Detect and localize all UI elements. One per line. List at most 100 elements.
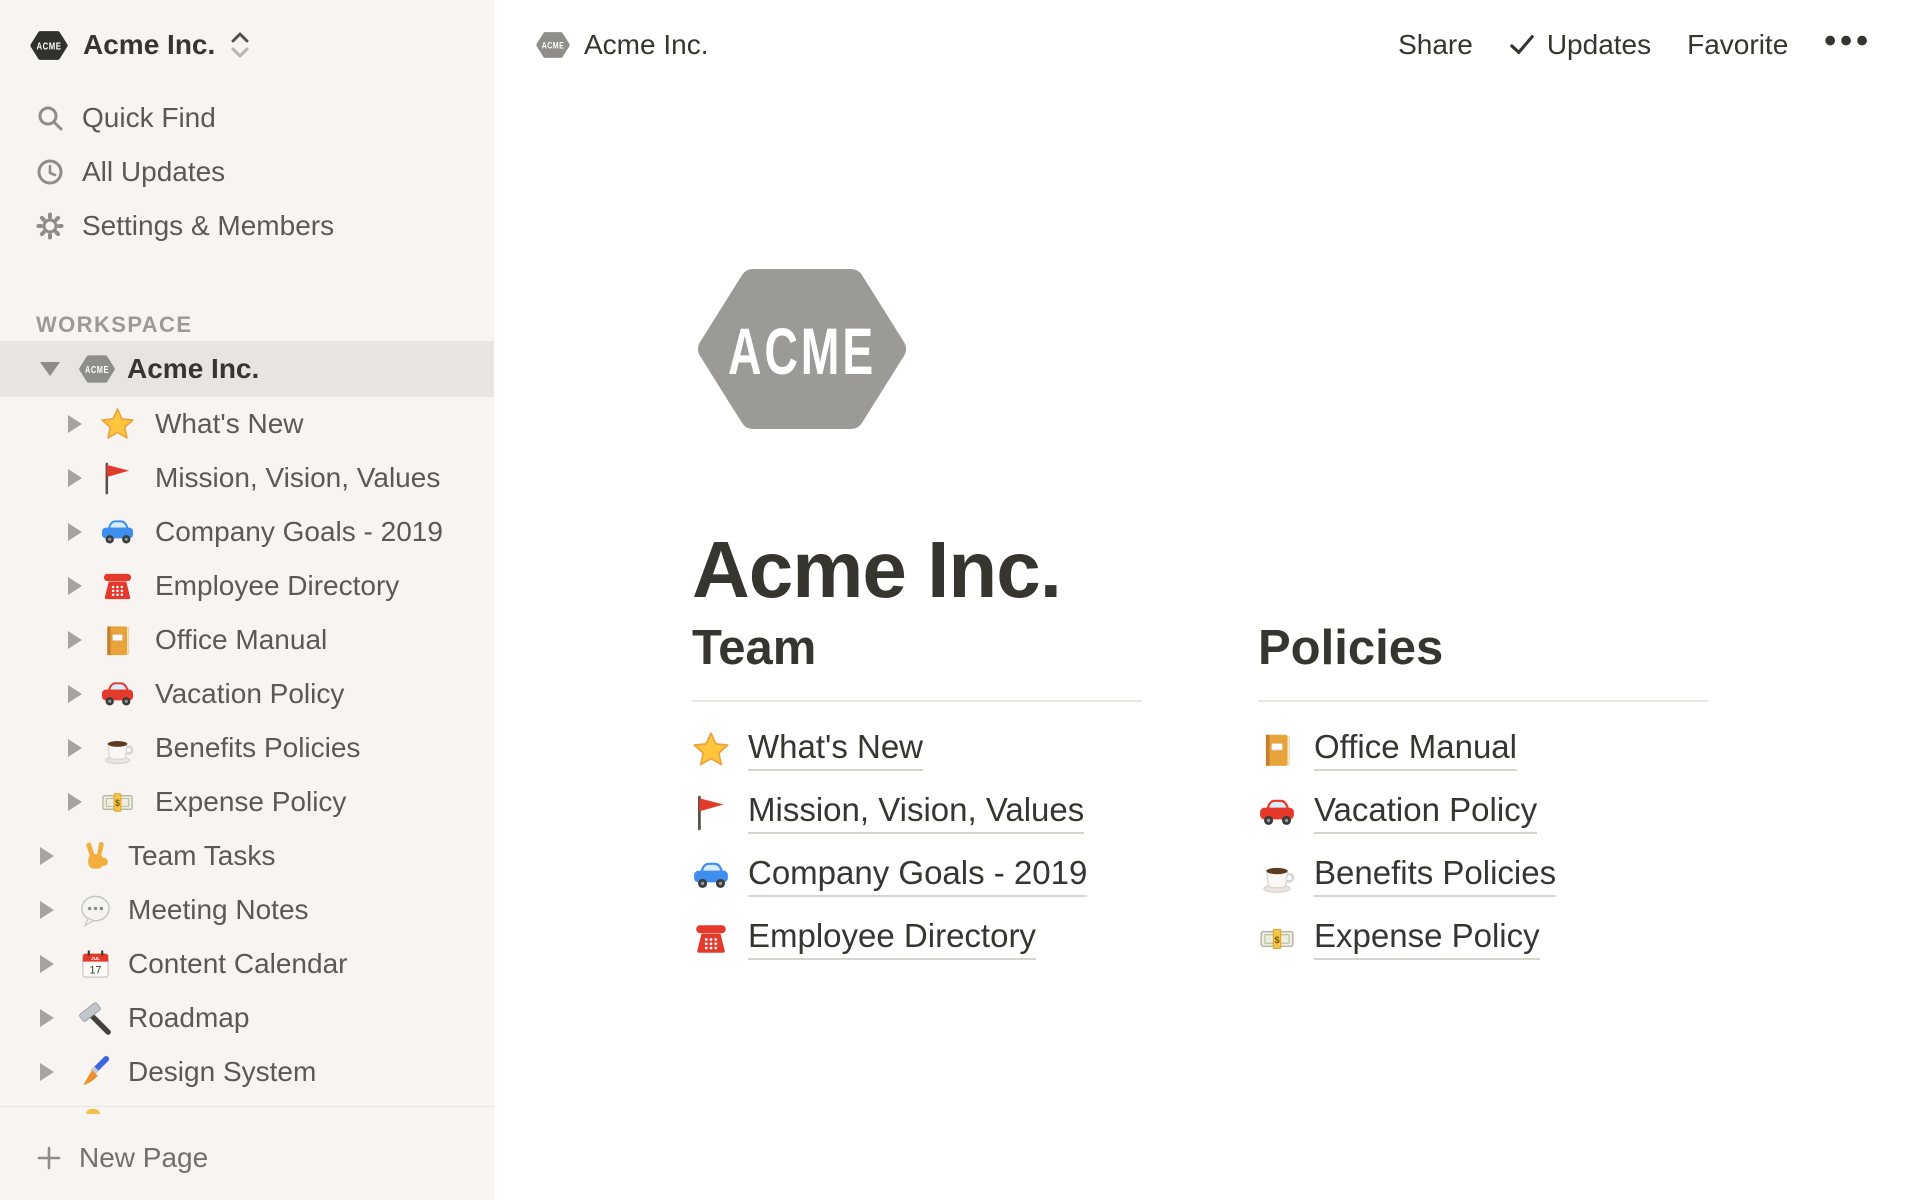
victory-hand-icon (78, 839, 113, 874)
acme-page-icon: ACME (79, 355, 115, 383)
page-label: What's New (155, 408, 304, 440)
sidebar-item-settings-members[interactable]: Settings & Members (0, 199, 494, 253)
link-label: Company Goals - 2019 (748, 854, 1087, 898)
page-label: Benefits Policies (155, 732, 360, 764)
sidebar-page-expense-policy[interactable]: Expense Policy (0, 775, 494, 829)
page-label: Design System (128, 1056, 316, 1088)
page-link-office-manual[interactable]: Office Manual (1258, 718, 1708, 781)
svg-text:ACME: ACME (85, 365, 109, 376)
link-label: What's New (748, 728, 923, 772)
page-title[interactable]: Acme Inc. (692, 528, 1061, 612)
topbar-actions: Share Updates Favorite ••• (1398, 29, 1872, 61)
expand-arrow-icon[interactable] (40, 847, 54, 865)
search-icon (36, 104, 64, 132)
sidebar-page-mission-vision-values[interactable]: Mission, Vision, Values (0, 451, 494, 505)
red-car-icon (1258, 794, 1296, 832)
sidebar-footer-divider (0, 1106, 494, 1107)
ledger-book-icon (100, 623, 135, 658)
sidebar-menu: Quick Find All Updates Settings & Member… (0, 91, 494, 253)
paintbrush-icon (78, 1055, 113, 1090)
menu-label: Settings & Members (82, 210, 334, 242)
link-label: Expense Policy (1314, 917, 1540, 961)
link-label: Mission, Vision, Values (748, 791, 1084, 835)
sidebar: ACME Acme Inc. Quick Find All Updates (0, 0, 494, 1200)
page-logo[interactable]: ACME (697, 268, 907, 430)
page-label: Employee Directory (155, 570, 399, 602)
expand-arrow-icon[interactable] (68, 415, 82, 433)
sidebar-page-office-manual[interactable]: Office Manual (0, 613, 494, 667)
page-label: Expense Policy (155, 786, 346, 818)
sidebar-page-meeting-notes[interactable]: Meeting Notes (0, 883, 494, 937)
page-link-employee-directory[interactable]: Employee Directory (692, 907, 1142, 970)
sidebar-page-whats-new[interactable]: What's New (0, 397, 494, 451)
expand-arrow-icon[interactable] (68, 577, 82, 595)
sidebar-page-design-system[interactable]: Design System (0, 1045, 494, 1099)
sidebar-item-all-updates[interactable]: All Updates (0, 145, 494, 199)
page-link-expense-policy[interactable]: Expense Policy (1258, 907, 1708, 970)
telephone-icon (692, 920, 730, 958)
breadcrumb[interactable]: ACME Acme Inc. (536, 29, 708, 61)
page-link-company-goals[interactable]: Company Goals - 2019 (692, 844, 1142, 907)
clipped-page-emoji (86, 1109, 100, 1114)
page-label: Content Calendar (128, 948, 347, 980)
coffee-icon (1258, 857, 1296, 895)
root-label: Acme Inc. (127, 353, 259, 385)
acme-page-icon: ACME (536, 32, 570, 58)
sidebar-page-roadmap[interactable]: Roadmap (0, 991, 494, 1045)
menu-label: Quick Find (82, 102, 216, 134)
page-link-benefits-policies[interactable]: Benefits Policies (1258, 844, 1708, 907)
sidebar-page-vacation-policy[interactable]: Vacation Policy (0, 667, 494, 721)
gear-icon (36, 212, 64, 240)
sidebar-page-benefits-policies[interactable]: Benefits Policies (0, 721, 494, 775)
sidebar-page-team-tasks[interactable]: Team Tasks (0, 829, 494, 883)
new-page-button[interactable]: New Page (0, 1135, 494, 1181)
sidebar-tree: What's New Mission, Vision, Values Compa… (0, 397, 494, 1099)
expand-arrow-icon[interactable] (68, 469, 82, 487)
policies-heading: Policies (1258, 624, 1708, 702)
page-label: Company Goals - 2019 (155, 516, 443, 548)
page-link-mission-vision-values[interactable]: Mission, Vision, Values (692, 781, 1142, 844)
page-link-vacation-policy[interactable]: Vacation Policy (1258, 781, 1708, 844)
collapse-arrow-icon[interactable] (40, 362, 60, 376)
blue-car-icon (100, 515, 135, 550)
sidebar-root-acme[interactable]: ACME Acme Inc. (0, 341, 494, 397)
team-section: Team What's New Mission, Vision, Values … (692, 624, 1142, 970)
sidebar-page-company-goals[interactable]: Company Goals - 2019 (0, 505, 494, 559)
page-label: Mission, Vision, Values (155, 462, 440, 494)
clock-icon (36, 158, 64, 186)
expand-arrow-icon[interactable] (40, 955, 54, 973)
more-options-button[interactable]: ••• (1824, 24, 1872, 58)
share-label: Share (1398, 29, 1473, 61)
expand-arrow-icon[interactable] (68, 631, 82, 649)
expand-arrow-icon[interactable] (40, 901, 54, 919)
acme-logo-icon: ACME (30, 31, 68, 60)
updates-button[interactable]: Updates (1509, 29, 1651, 61)
svg-text:ACME: ACME (542, 41, 564, 51)
updates-label: Updates (1547, 29, 1651, 61)
link-label: Employee Directory (748, 917, 1036, 961)
expand-arrow-icon[interactable] (68, 685, 82, 703)
sidebar-item-quick-find[interactable]: Quick Find (0, 91, 494, 145)
expand-arrow-icon[interactable] (40, 1063, 54, 1081)
expand-arrow-icon[interactable] (40, 1009, 54, 1027)
money-icon (1258, 920, 1296, 958)
main-content: ACME Acme Inc. Share Updates Favorite ••… (494, 0, 1920, 1200)
favorite-label: Favorite (1687, 29, 1788, 61)
expand-arrow-icon[interactable] (68, 793, 82, 811)
link-label: Benefits Policies (1314, 854, 1556, 898)
link-label: Office Manual (1314, 728, 1517, 772)
topbar: ACME Acme Inc. Share Updates Favorite ••… (494, 0, 1920, 90)
star-icon (100, 407, 135, 442)
speech-balloon-icon (78, 893, 113, 928)
red-car-icon (100, 677, 135, 712)
favorite-button[interactable]: Favorite (1687, 29, 1788, 61)
share-button[interactable]: Share (1398, 29, 1473, 61)
sidebar-page-employee-directory[interactable]: Employee Directory (0, 559, 494, 613)
expand-arrow-icon[interactable] (68, 523, 82, 541)
page-link-whats-new[interactable]: What's New (692, 718, 1142, 781)
team-links: What's New Mission, Vision, Values Compa… (692, 718, 1142, 970)
workspace-switcher[interactable]: ACME Acme Inc. (30, 22, 494, 68)
page-label: Roadmap (128, 1002, 249, 1034)
sidebar-page-content-calendar[interactable]: Content Calendar (0, 937, 494, 991)
expand-arrow-icon[interactable] (68, 739, 82, 757)
